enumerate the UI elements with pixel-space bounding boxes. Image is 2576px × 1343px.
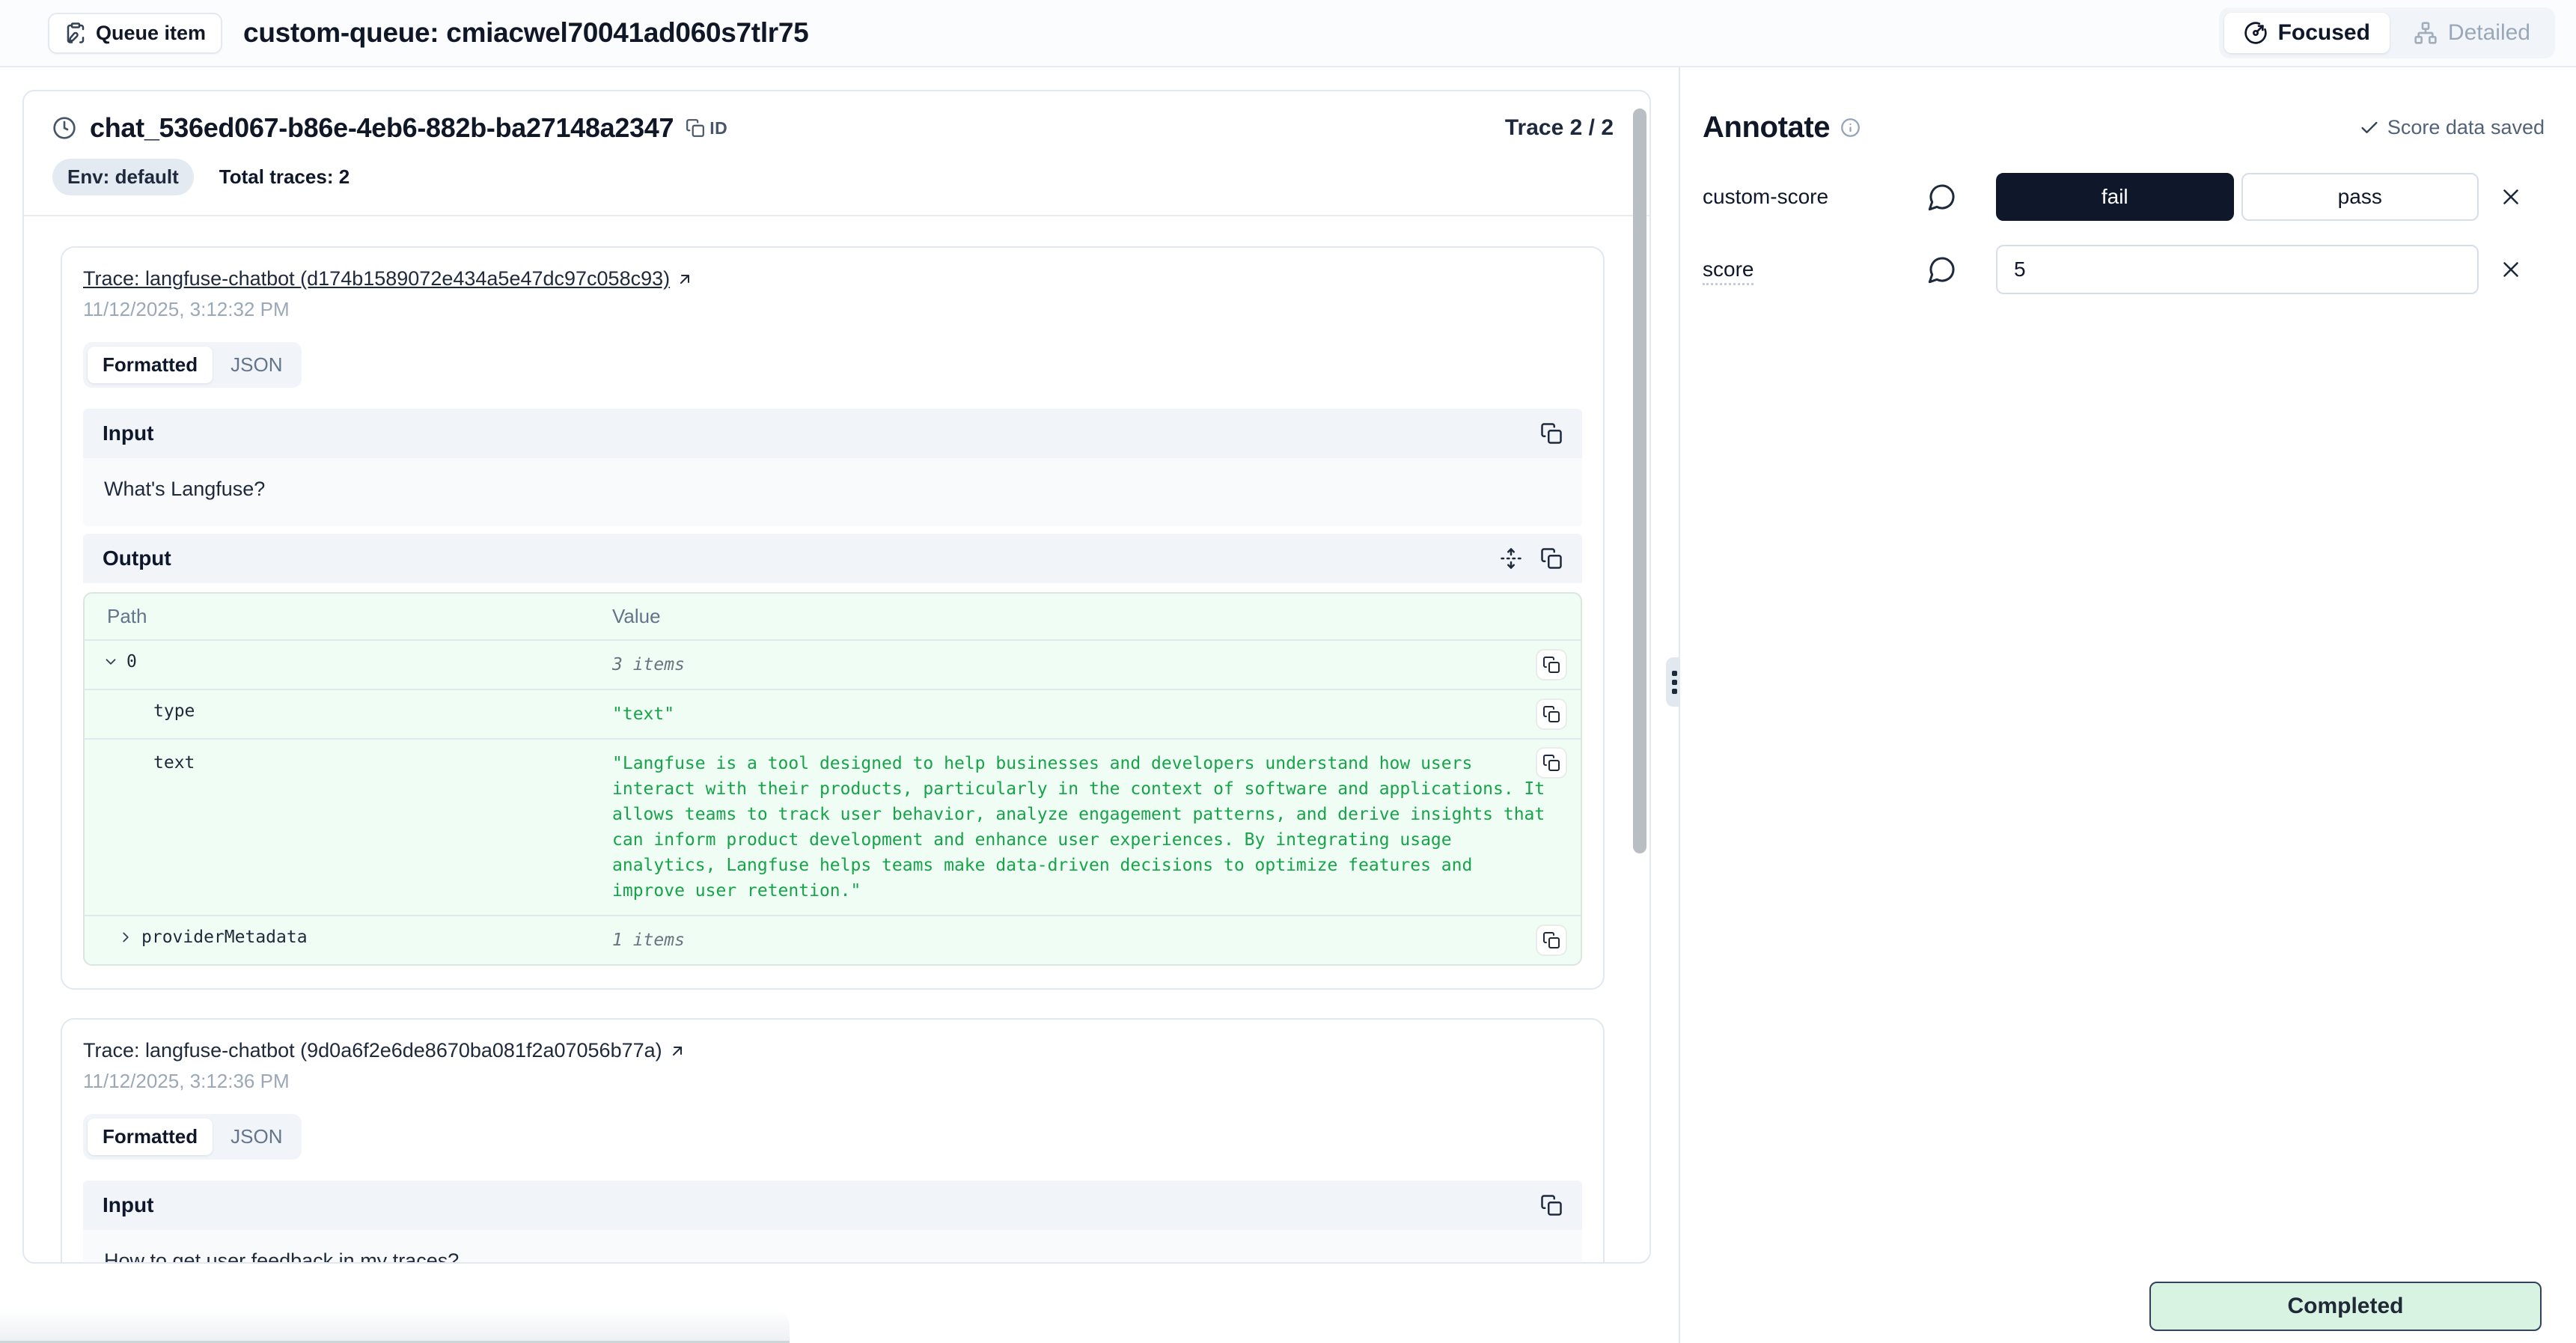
input-label: Input	[103, 421, 153, 445]
completed-button[interactable]: Completed	[2149, 1282, 2542, 1331]
clipboard-pen-icon	[64, 22, 87, 44]
delete-score-icon[interactable]	[2498, 184, 2524, 210]
delete-score-icon[interactable]	[2498, 257, 2524, 282]
gauge-icon	[2244, 21, 2268, 45]
json-tab[interactable]: JSON	[216, 347, 297, 383]
focused-view-label: Focused	[2278, 20, 2370, 46]
table-row: 0 3 items	[85, 639, 1581, 689]
row-path: type	[153, 701, 195, 721]
input-body-1: What's Langfuse?	[83, 458, 1582, 526]
comment-icon[interactable]	[1927, 182, 1957, 212]
format-toggle-2: Formatted JSON	[83, 1114, 302, 1160]
total-traces: Total traces: 2	[219, 165, 350, 189]
row-path: providerMetadata	[141, 928, 308, 947]
copy-input-button[interactable]	[1540, 422, 1563, 445]
id-label: ID	[709, 118, 727, 138]
queue-item-panel: chat_536ed067-b86e-4eb6-882b-ba27148a234…	[22, 90, 1651, 1264]
path-column-header: Path	[85, 605, 612, 628]
format-toggle-1: Formatted JSON	[83, 342, 302, 388]
comment-icon[interactable]	[1927, 255, 1957, 284]
copy-output-button[interactable]	[1540, 547, 1563, 570]
output-section-header-1: Output	[83, 534, 1582, 583]
bottom-shadow	[0, 1309, 790, 1343]
formatted-tab[interactable]: Formatted	[88, 347, 213, 383]
row-value: "Langfuse is a tool designed to help bus…	[612, 751, 1581, 904]
trace-link-1[interactable]: Trace: langfuse-chatbot (d174b1589072e43…	[83, 267, 670, 290]
score-option-pass[interactable]: pass	[2241, 173, 2479, 221]
copy-id-button[interactable]: ID	[686, 118, 727, 138]
row-path: 0	[126, 652, 137, 672]
item-header: chat_536ed067-b86e-4eb6-882b-ba27148a234…	[24, 91, 1649, 215]
row-copy-button[interactable]	[1536, 649, 1567, 680]
topbar-left: Queue item custom-queue: cmiacwel70041ad…	[48, 13, 808, 54]
trace-card-2: Trace: langfuse-chatbot (9d0a6f2e6de8670…	[61, 1018, 1605, 1264]
queue-item-badge-label: Queue item	[96, 22, 206, 45]
trace-timestamp-1: 11/12/2025, 3:12:32 PM	[83, 298, 1582, 321]
item-title: chat_536ed067-b86e-4eb6-882b-ba27148a234…	[90, 112, 674, 144]
table-row: providerMetadata 1 items	[85, 915, 1581, 964]
arrow-up-right-icon	[676, 270, 694, 288]
unfold-vertical-icon[interactable]	[1500, 547, 1522, 570]
save-status-label: Score data saved	[2387, 116, 2545, 139]
clock-icon	[52, 116, 76, 140]
detailed-view-button[interactable]: Detailed	[2394, 13, 2550, 53]
trace-card-1: Trace: langfuse-chatbot (d174b1589072e43…	[61, 246, 1605, 990]
input-section-header-1: Input	[83, 409, 1582, 458]
chevron-right-icon[interactable]	[117, 929, 134, 945]
topbar: Queue item custom-queue: cmiacwel70041ad…	[0, 0, 2576, 67]
copy-input-button[interactable]	[1540, 1194, 1563, 1216]
page-title: custom-queue: cmiacwel70041ad060s7tlr75	[243, 17, 808, 49]
row-copy-button[interactable]	[1536, 698, 1567, 730]
input-section-header-2: Input	[83, 1181, 1582, 1230]
trace-timestamp-2: 11/12/2025, 3:12:36 PM	[83, 1070, 1582, 1093]
row-value: "text"	[612, 701, 1581, 727]
trace-cards-scroll-area: Trace: langfuse-chatbot (d174b1589072e43…	[24, 216, 1649, 1264]
table-row: type "text"	[85, 689, 1581, 738]
focused-view-button[interactable]: Focused	[2224, 13, 2390, 53]
detailed-view-label: Detailed	[2448, 20, 2530, 46]
json-tab[interactable]: JSON	[216, 1118, 297, 1155]
trace-counter: Trace 2 / 2	[1505, 115, 1614, 141]
scrollbar[interactable]	[1633, 109, 1646, 853]
row-copy-button[interactable]	[1536, 925, 1567, 956]
queue-item-badge: Queue item	[48, 13, 222, 54]
score-value-input[interactable]	[1996, 245, 2479, 294]
value-column-header: Value	[612, 605, 1581, 628]
input-label: Input	[103, 1193, 153, 1217]
chevron-down-icon[interactable]	[103, 654, 119, 670]
arrow-up-right-icon	[668, 1042, 686, 1060]
score-row-custom-score: custom-score fail pass	[1703, 173, 2545, 221]
output-json-table-1: Path Value 0 3 items type "text"	[83, 592, 1582, 966]
network-tree-icon	[2414, 21, 2438, 45]
row-path: text	[153, 753, 195, 773]
info-icon[interactable]	[1840, 118, 1861, 138]
save-status: Score data saved	[2359, 116, 2545, 139]
output-label: Output	[103, 546, 171, 570]
annotate-panel: Annotate Score data saved custom-score f…	[1680, 67, 2576, 1343]
score-name: score	[1703, 258, 1754, 285]
check-icon	[2359, 118, 2380, 138]
trace-link-2[interactable]: Trace: langfuse-chatbot (9d0a6f2e6de8670…	[83, 1039, 662, 1062]
copy-icon	[686, 118, 705, 138]
view-toggle: Focused Detailed	[2219, 7, 2555, 58]
score-name: custom-score	[1703, 185, 1927, 209]
annotate-title: Annotate	[1703, 111, 1830, 144]
row-value: 3 items	[612, 652, 1581, 677]
score-row-score: score	[1703, 245, 2545, 294]
score-option-fail[interactable]: fail	[1996, 173, 2234, 221]
formatted-tab[interactable]: Formatted	[88, 1118, 213, 1155]
row-value: 1 items	[612, 928, 1581, 953]
env-badge: Env: default	[52, 159, 194, 195]
row-copy-button[interactable]	[1536, 747, 1567, 779]
table-row: text "Langfuse is a tool designed to hel…	[85, 738, 1581, 915]
input-body-2: How to get user feedback in my traces?	[83, 1230, 1582, 1264]
